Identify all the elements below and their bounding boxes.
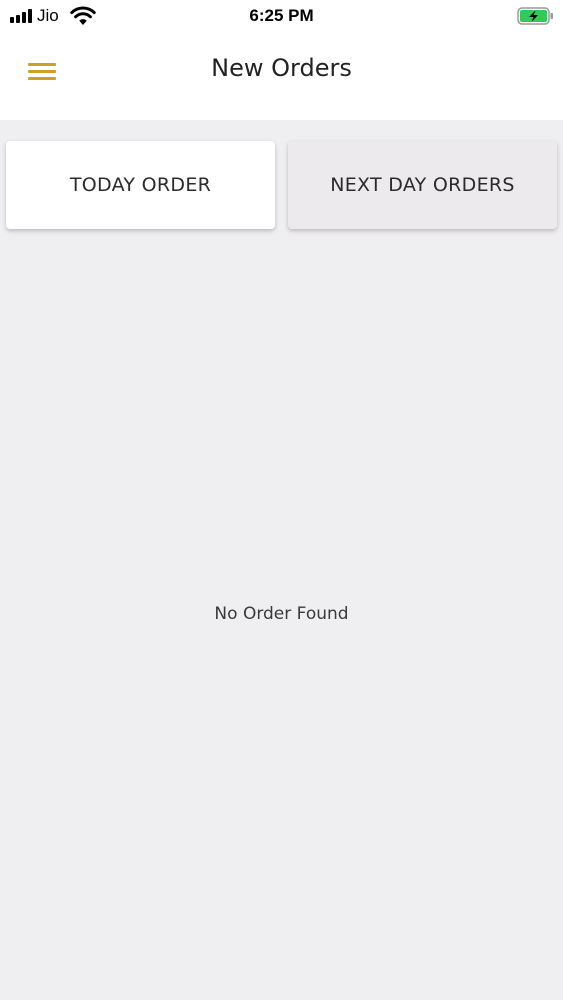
tab-today-order[interactable]: TODAY ORDER: [6, 141, 275, 229]
battery-charging-icon: [517, 7, 553, 25]
status-time: 6:25 PM: [249, 6, 314, 25]
page-title: New Orders: [211, 54, 352, 82]
tab-next-day-orders[interactable]: NEXT DAY ORDERS: [288, 141, 557, 229]
order-tabs: TODAY ORDER NEXT DAY ORDERS: [6, 141, 557, 229]
app-header: Jio 6:25 PM New Orders: [0, 0, 563, 120]
status-bar: Jio 6:25 PM: [0, 0, 563, 32]
empty-state-message: No Order Found: [214, 604, 349, 624]
